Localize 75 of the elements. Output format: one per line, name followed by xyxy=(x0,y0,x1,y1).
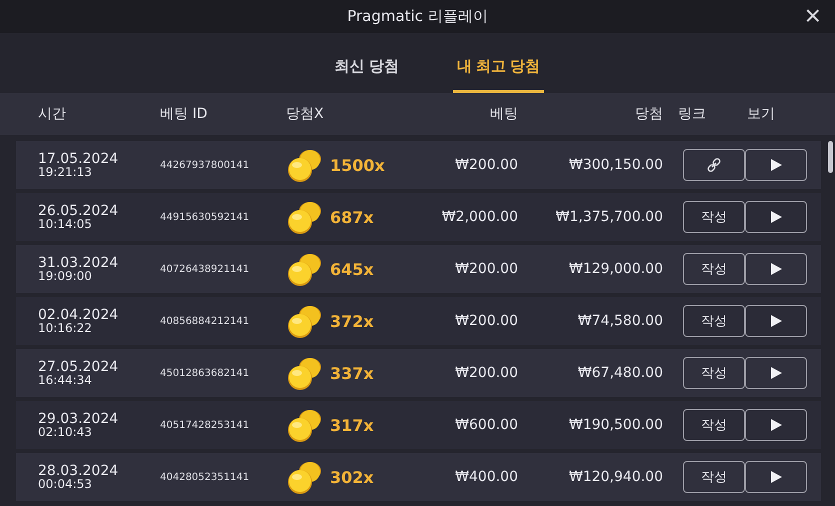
win-amount: ₩120,940.00 xyxy=(568,469,663,485)
date-text: 27.05.2024 xyxy=(38,360,120,374)
win-amount: ₩190,500.00 xyxy=(568,417,663,433)
bet-amount: ₩400.00 xyxy=(454,469,518,485)
write-button[interactable]: 작성 xyxy=(683,461,745,493)
play-icon xyxy=(769,470,783,484)
time-text: 19:21:13 xyxy=(38,166,93,178)
multiplier-text: 1500x xyxy=(330,156,385,174)
write-button[interactable]: 작성 xyxy=(683,409,745,441)
column-header: 베팅 ID xyxy=(160,105,208,123)
bet-id: 44915630592141 xyxy=(160,212,250,222)
multiplier-text: 372x xyxy=(330,312,374,330)
play-button[interactable] xyxy=(745,253,807,285)
bet-amount: ₩200.00 xyxy=(454,365,518,381)
multiplier-text: 687x xyxy=(330,208,374,226)
time-text: 10:14:05 xyxy=(38,218,93,230)
play-icon xyxy=(769,210,783,224)
time-text: 19:09:00 xyxy=(38,270,93,282)
write-button[interactable]: 작성 xyxy=(683,253,745,285)
date-text: 02.04.2024 xyxy=(38,308,120,322)
win-amount: ₩67,480.00 xyxy=(576,365,663,381)
date-text: 29.03.2024 xyxy=(38,412,120,426)
column-header: 보기 xyxy=(746,105,776,123)
write-button[interactable]: 작성 xyxy=(683,201,745,233)
bet-id: 44267937800141 xyxy=(160,160,250,170)
write-button[interactable]: 작성 xyxy=(683,305,745,337)
play-button[interactable] xyxy=(745,149,807,181)
bet-id: 45012863682141 xyxy=(160,368,250,378)
win-amount: ₩1,375,700.00 xyxy=(554,209,663,225)
play-icon xyxy=(769,366,783,380)
window-title: Pragmatic 리플레이 xyxy=(347,7,488,26)
play-button[interactable] xyxy=(745,201,807,233)
play-icon xyxy=(769,314,783,328)
bet-id: 40517428253141 xyxy=(160,420,250,430)
bet-id: 40428052351141 xyxy=(160,472,250,482)
time-text: 00:04:53 xyxy=(38,478,93,490)
play-button[interactable] xyxy=(745,409,807,441)
date-text: 26.05.2024 xyxy=(38,204,120,218)
column-header: 당첨X xyxy=(286,105,325,123)
column-header: 링크 xyxy=(677,105,707,123)
bet-id: 40726438921141 xyxy=(160,264,250,274)
bet-id: 40856884212141 xyxy=(160,316,250,326)
scrollbar-thumb[interactable] xyxy=(828,141,833,173)
win-amount: ₩129,000.00 xyxy=(568,261,663,277)
play-icon xyxy=(769,158,783,172)
column-header: 베팅 xyxy=(489,105,518,123)
link-icon xyxy=(706,157,722,173)
multiplier-text: 317x xyxy=(330,416,374,434)
bet-amount: ₩200.00 xyxy=(454,261,518,277)
play-button[interactable] xyxy=(745,461,807,493)
bet-amount: ₩200.00 xyxy=(454,313,518,329)
write-button[interactable]: 작성 xyxy=(683,357,745,389)
date-text: 28.03.2024 xyxy=(38,464,120,478)
tab[interactable]: 최신 당첨 xyxy=(330,57,403,93)
time-text: 10:16:22 xyxy=(38,322,93,334)
play-icon xyxy=(769,262,783,276)
column-header: 당첨 xyxy=(634,105,663,123)
date-text: 31.03.2024 xyxy=(38,256,120,270)
bet-amount: ₩600.00 xyxy=(454,417,518,433)
multiplier-text: 645x xyxy=(330,260,374,278)
play-button[interactable] xyxy=(745,305,807,337)
bet-amount: ₩2,000.00 xyxy=(440,209,518,225)
bet-amount: ₩200.00 xyxy=(454,157,518,173)
time-text: 16:44:34 xyxy=(38,374,93,386)
column-header: 시간 xyxy=(38,105,67,123)
win-amount: ₩300,150.00 xyxy=(568,157,663,173)
time-text: 02:10:43 xyxy=(38,426,93,438)
date-text: 17.05.2024 xyxy=(38,152,120,166)
play-button[interactable] xyxy=(745,357,807,389)
play-icon xyxy=(769,418,783,432)
multiplier-text: 302x xyxy=(330,468,374,486)
close-button[interactable]: × xyxy=(800,2,825,30)
link-button[interactable] xyxy=(683,149,745,181)
win-amount: ₩74,580.00 xyxy=(576,313,663,329)
multiplier-text: 337x xyxy=(330,364,374,382)
